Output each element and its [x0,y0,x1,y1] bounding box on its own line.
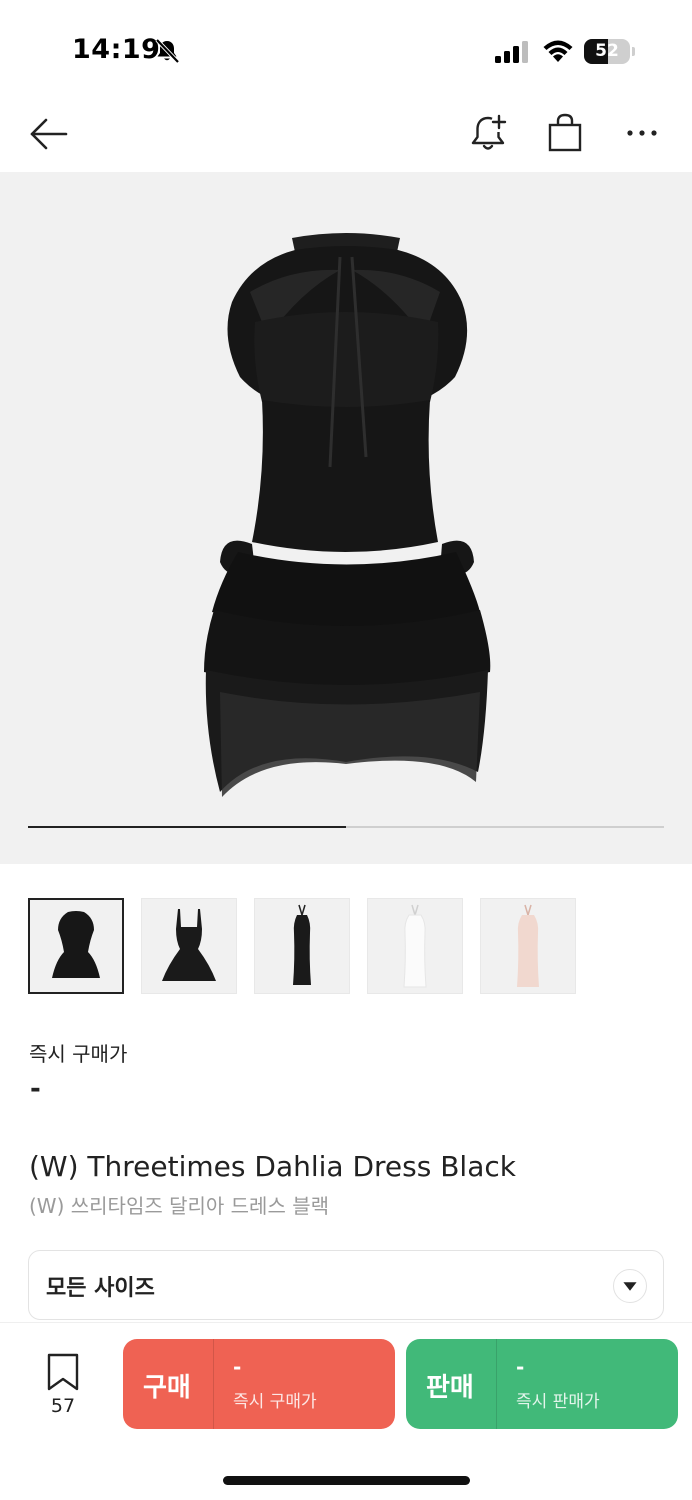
bell-off-icon [155,38,180,64]
home-indicator [223,1476,470,1485]
thumbnail-4[interactable] [367,898,463,994]
back-arrow-icon[interactable] [28,113,70,155]
bell-plus-icon[interactable] [467,112,509,154]
wishlist-count: 57 [50,1395,76,1417]
thumbnail-2[interactable] [141,898,237,994]
buy-button-label: 구매 [143,1373,191,1403]
carousel-progress [28,826,664,828]
product-image-dress [204,233,491,797]
sell-button-sublabel: 즉시 판매가 [516,1392,600,1412]
top-navigation [0,100,692,172]
shopping-bag-icon[interactable] [545,112,585,154]
instant-buy-price-value: - [30,1074,41,1104]
more-icon[interactable] [622,112,662,154]
wifi-icon [543,40,573,62]
buy-button-price: - [233,1355,242,1379]
instant-buy-price-label: 즉시 구매가 [29,1042,128,1066]
sell-button-label: 판매 [426,1373,474,1403]
product-title: (W) Threetimes Dahlia Dress Black [29,1150,516,1183]
bookmark-icon [47,1353,79,1391]
size-select-label: 모든 사이즈 [46,1276,155,1301]
sell-button[interactable]: 판매 - 즉시 판매가 [406,1339,678,1429]
buy-button-sublabel: 즉시 구매가 [233,1392,317,1412]
thumbnail-1[interactable] [28,898,124,994]
size-select[interactable]: 모든 사이즈 [28,1250,664,1320]
wishlist-button[interactable]: 57 [34,1351,92,1421]
product-image-carousel[interactable] [0,172,692,864]
cellular-signal-icon [495,41,528,63]
battery-level: 52 [595,41,619,61]
status-bar: 14:19 52 [0,0,692,100]
thumbnail-3[interactable] [254,898,350,994]
bottom-action-bar: 57 구매 - 즉시 구매가 판매 - 즉시 판매가 [0,1322,692,1500]
thumbnail-strip [28,898,668,998]
status-time: 14:19 [72,34,161,65]
product-title-korean: (W) 쓰리타임즈 달리아 드레스 블랙 [29,1194,330,1218]
thumbnail-5[interactable] [480,898,576,994]
chevron-down-icon [613,1269,647,1303]
buy-button[interactable]: 구매 - 즉시 구매가 [123,1339,395,1429]
sell-button-price: - [516,1355,525,1379]
battery-icon: 52 [584,39,636,64]
